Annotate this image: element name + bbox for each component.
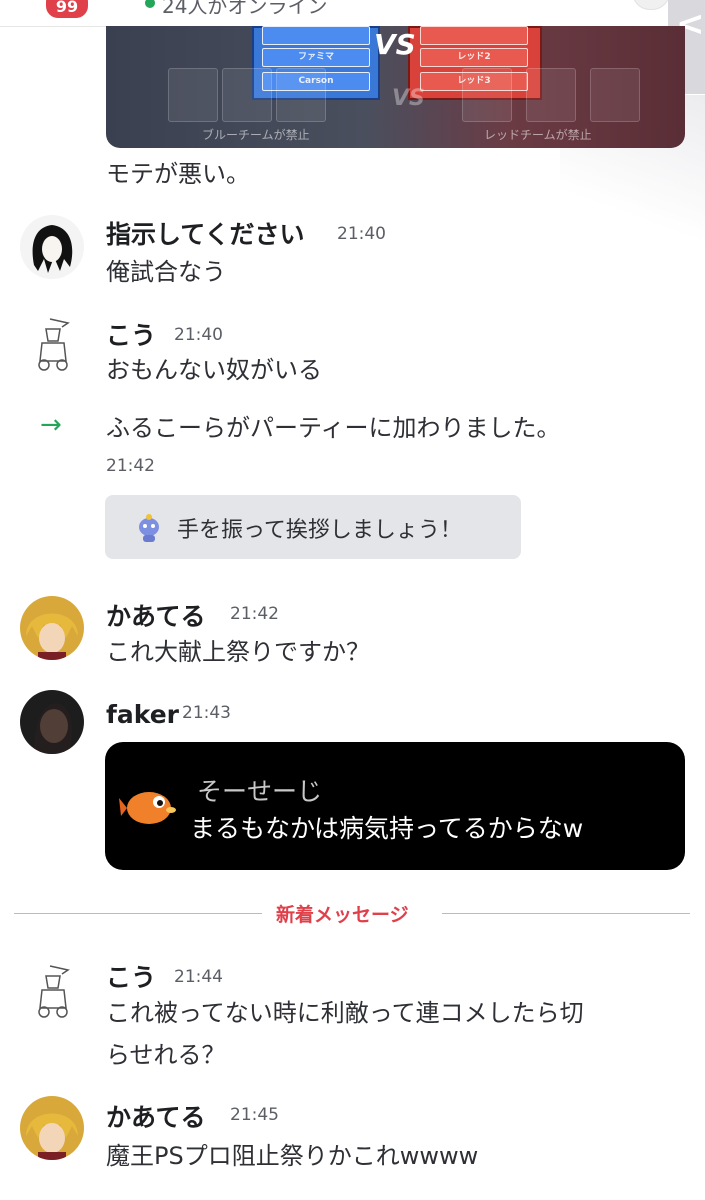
username[interactable]: かあてる	[106, 597, 206, 633]
username[interactable]: 指示してください	[106, 215, 305, 251]
message-text: これ被ってない時に利敵って連コメしたら切	[106, 999, 584, 1027]
ban-slot	[526, 68, 576, 122]
system-message: ふるこーらがパーティーに加わりました。	[106, 414, 561, 442]
message-text: 俺試合なう	[106, 258, 226, 286]
blue-slot: ファミマ	[262, 48, 370, 67]
ban-slot	[462, 68, 512, 122]
avatar[interactable]	[20, 690, 84, 754]
ban-slot	[276, 68, 326, 122]
username[interactable]: こう	[106, 958, 156, 994]
avatar[interactable]	[20, 311, 84, 375]
wave-greeting-button[interactable]: 手を振って挨拶しましょう！	[105, 495, 521, 559]
ban-slot	[590, 68, 640, 122]
red-slot	[420, 26, 528, 45]
red-ban-label: レッドチームが禁止	[484, 128, 592, 142]
online-count: 24人がオンライン	[162, 0, 328, 18]
ban-slot	[168, 68, 218, 122]
avatar[interactable]	[20, 1096, 84, 1160]
message-text: おもんない奴がいる	[106, 356, 322, 384]
message-text: これ大献上祭りですか？	[106, 638, 370, 666]
vs-label-faded: VS	[392, 86, 425, 111]
wumpus-wave-icon	[139, 514, 159, 542]
wave-button-label: 手を振って挨拶しましょう！	[177, 518, 462, 543]
avatar-image	[26, 1113, 78, 1160]
new-messages-divider: 新着メッセージ	[276, 904, 409, 926]
avatar-image	[32, 225, 73, 273]
vs-label: VS	[374, 28, 416, 61]
timestamp: 21:45	[230, 1105, 279, 1125]
blue-slot	[262, 26, 370, 45]
message-text: らせれる？	[106, 1041, 226, 1069]
avatar-image	[34, 703, 72, 754]
timestamp: 21:42	[106, 456, 155, 476]
unread-badge[interactable]: 99	[46, 0, 88, 18]
username[interactable]: かあてる	[106, 1098, 206, 1134]
red-slot: レッド2	[420, 48, 528, 67]
top-bar	[0, 0, 705, 27]
timestamp: 21:40	[174, 325, 223, 345]
new-messages-line-left	[14, 913, 262, 914]
timestamp: 21:44	[174, 967, 223, 987]
message-text: モテが悪い。	[106, 160, 250, 188]
username[interactable]: こう	[106, 316, 156, 352]
avatar[interactable]	[20, 958, 84, 1022]
quoted-text: まるもなかは病気持ってるからなw	[190, 814, 584, 843]
timestamp: 21:42	[230, 604, 279, 624]
new-messages-line-right	[442, 913, 690, 914]
quoted-message-card[interactable]: そーせーじ まるもなかは病気持ってるからなw	[105, 742, 685, 870]
avatar-image	[38, 965, 70, 1018]
fish-avatar-icon	[119, 792, 176, 824]
timestamp: 21:40	[337, 224, 386, 244]
ban-slot	[222, 68, 272, 122]
blue-ban-label: ブルーチームが禁止	[202, 128, 310, 142]
avatar-image	[26, 613, 78, 660]
username[interactable]: faker	[106, 700, 179, 729]
avatar[interactable]	[20, 596, 84, 660]
message-text: 魔王PSプロ阻止祭りかこれwwww	[106, 1142, 479, 1170]
quoted-username: そーせーじ	[197, 777, 323, 806]
embedded-image[interactable]: ファミマ Carson レッド2 レッド3 VS VS ブルーチームが禁止 レッ…	[106, 26, 685, 148]
avatar[interactable]	[20, 215, 84, 279]
timestamp: 21:43	[182, 703, 231, 723]
join-arrow-icon: →	[40, 410, 62, 440]
avatar-image	[38, 318, 70, 371]
